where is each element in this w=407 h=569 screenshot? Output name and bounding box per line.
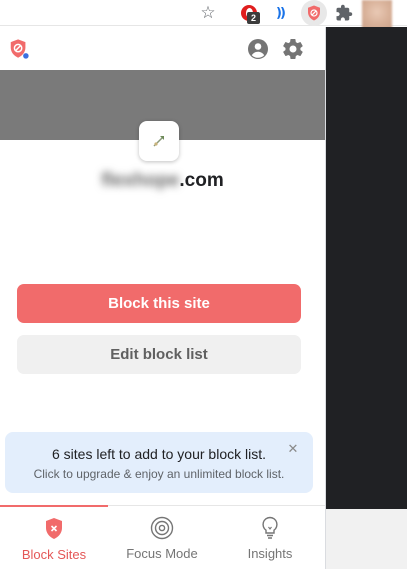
edit-block-list-button[interactable]: Edit block list — [17, 335, 301, 374]
blocksite-popup: flexhope.com Block this site Edit block … — [0, 27, 326, 569]
blocksite-shield-logo — [8, 38, 30, 60]
target-icon — [150, 515, 174, 541]
site-name-blurred: flexhope — [101, 170, 180, 191]
close-icon[interactable]: ✕ — [286, 443, 300, 457]
nav-insights[interactable]: Insights — [216, 506, 324, 569]
page-background — [326, 27, 407, 509]
profile-avatar[interactable] — [362, 0, 392, 30]
shield-x-icon — [42, 516, 66, 542]
blocksite-extension-icon[interactable] — [301, 0, 327, 26]
page-background-bottom — [326, 509, 407, 569]
puzzle-extensions-icon[interactable] — [334, 3, 354, 23]
wave-extension-icon[interactable]: )) — [270, 3, 290, 23]
upgrade-notice[interactable]: 6 sites left to add to your block list. … — [5, 432, 313, 493]
site-name: flexhope.com — [0, 170, 325, 192]
site-tld: .com — [179, 170, 224, 191]
popup-header — [0, 27, 325, 70]
browser-toolbar: ☆ 2 )) — [0, 0, 407, 30]
notice-subtitle: Click to upgrade & enjoy an unlimited bl… — [33, 467, 285, 481]
notice-title: 6 sites left to add to your block list. — [52, 446, 266, 462]
lightbulb-icon — [258, 515, 282, 541]
gear-icon[interactable] — [281, 37, 305, 61]
site-favicon — [139, 121, 179, 161]
star-icon[interactable]: ☆ — [198, 3, 218, 23]
block-site-button[interactable]: Block this site — [17, 284, 301, 323]
nav-label: Insights — [247, 546, 293, 561]
nav-label: Block Sites — [21, 547, 87, 562]
account-icon[interactable] — [246, 37, 270, 61]
nav-label: Focus Mode — [126, 546, 198, 561]
extension-badge: 2 — [247, 12, 260, 24]
nav-focus-mode[interactable]: Focus Mode — [108, 506, 216, 569]
nav-block-sites[interactable]: Block Sites — [0, 505, 108, 569]
bottom-nav: Block Sites Focus Mode Insights — [0, 505, 325, 569]
